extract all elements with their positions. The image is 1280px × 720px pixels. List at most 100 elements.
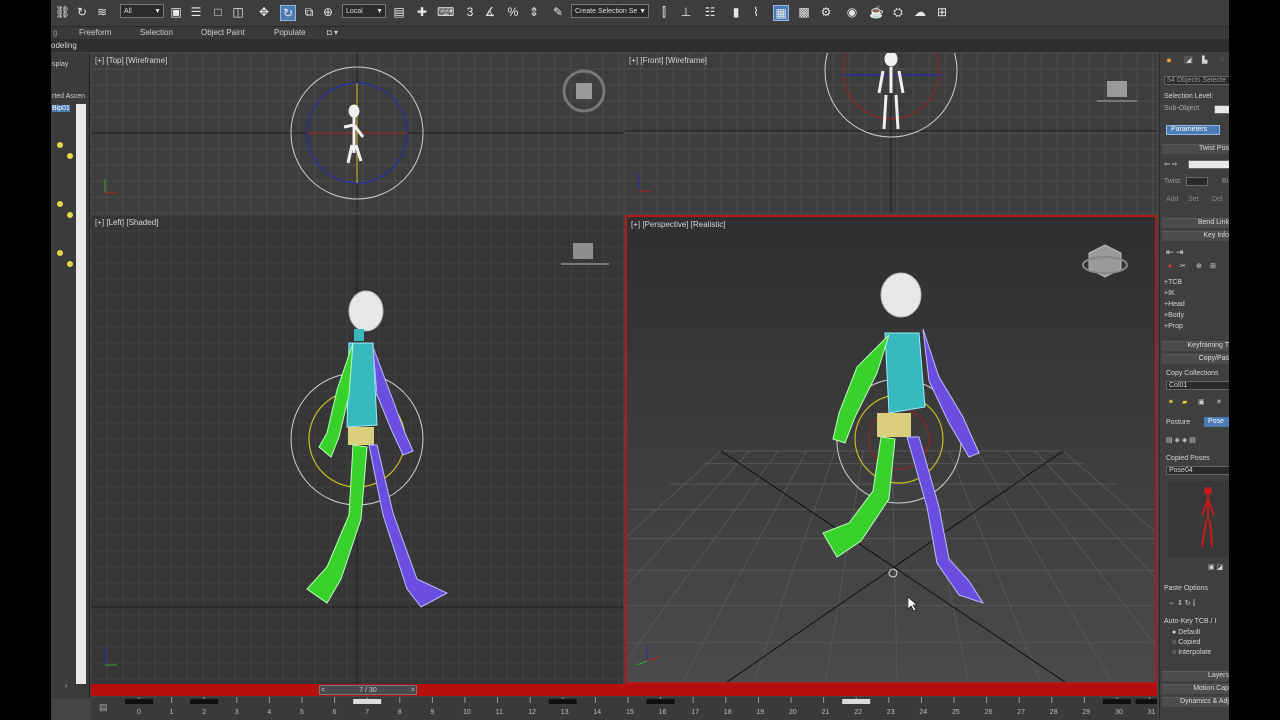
tab-posture[interactable]: Posture [1166, 419, 1190, 426]
create-tab-icon[interactable]: ✹ [1166, 57, 1172, 65]
key-type-body[interactable]: +Body [1164, 312, 1184, 319]
delete-collection-icon[interactable]: ✕ [1216, 398, 1222, 406]
time-slider-track[interactable] [91, 684, 1157, 696]
timeline-key[interactable] [125, 699, 153, 704]
render-iterative-icon[interactable]: ☁ [913, 5, 927, 19]
rendered-frame-icon[interactable]: ◉ [845, 5, 859, 19]
light-bulb-icon[interactable] [57, 142, 63, 148]
move-icon[interactable]: ✥ [257, 5, 271, 19]
expand-arrow-icon[interactable]: › [65, 683, 67, 690]
render-production-icon[interactable]: ⛭ [891, 5, 905, 19]
new-collection-icon[interactable]: ✷ [1168, 398, 1174, 406]
track-bar[interactable]: 0 1 2 3 4 5 6 7 8 9 10 11 12 13 14 15 16 17 18 19 20 21 22 23 24… [91, 697, 1157, 720]
layer-explorer-icon[interactable]: ☷ [703, 5, 717, 19]
key-prev-next-icon[interactable]: ⇤ ⇥ [1166, 247, 1184, 258]
render-activeshade-icon[interactable]: ⊞ [935, 5, 949, 19]
ribbon-modeling-label[interactable]: odeling [51, 41, 77, 50]
twist-spinner[interactable] [1186, 177, 1208, 186]
ribbon-tab-populate[interactable]: Populate [274, 28, 306, 37]
select-by-name-icon[interactable]: ☰ [189, 5, 203, 19]
reference-coord-dropdown[interactable]: Local ▼ [342, 4, 386, 18]
timeline-key[interactable] [1135, 699, 1157, 704]
prev-frame-button[interactable]: < [321, 686, 325, 695]
light-bulb-icon[interactable] [57, 201, 63, 207]
copied-pose-dropdown[interactable]: Pose04 [1166, 466, 1229, 475]
timeline-key-selected[interactable] [353, 699, 382, 704]
select-icon[interactable]: ▣ [169, 5, 183, 19]
ribbon-tab-cut[interactable]: g [53, 28, 57, 37]
key-mode-icon[interactable]: ⊞ [1210, 262, 1216, 270]
rollout-bend-links[interactable]: Bend Link [1162, 218, 1229, 228]
timeline-key[interactable] [548, 699, 577, 704]
snap-3-icon[interactable]: 3 [463, 5, 477, 19]
sort-label[interactable]: rted Ascen [52, 93, 85, 100]
viewport-top[interactable]: [+] [Top] [Wireframe] [91, 53, 623, 213]
tab-pose[interactable]: Pose [1204, 417, 1229, 427]
timeline-key-selected[interactable] [842, 699, 871, 704]
render-icon[interactable]: ☕ [869, 5, 884, 19]
mirror-icon[interactable]: ⫿ [657, 5, 671, 19]
align-icon[interactable]: ⊥ [679, 5, 693, 19]
pivot-icon[interactable]: ⊕ [321, 5, 335, 19]
viewport-perspective[interactable]: [+] [Perspective] [Realistic] [625, 215, 1157, 684]
twist-pose-field[interactable] [1188, 160, 1229, 169]
set-key-icon[interactable]: ● [1168, 263, 1172, 270]
ribbon-options-icon[interactable]: ◘ ▾ [327, 28, 338, 37]
display-label[interactable]: splay [52, 61, 68, 68]
timeline-key[interactable] [190, 699, 219, 704]
rollout-copy-paste[interactable]: Copy/Pas [1162, 354, 1229, 364]
selection-filter-dropdown[interactable]: All ▼ [120, 4, 164, 18]
track-bar-menu-icon[interactable]: ▤ [99, 702, 108, 713]
scale-icon[interactable]: ⧉ [302, 5, 316, 19]
window-crossing-icon[interactable]: ◫ [231, 5, 245, 19]
light-bulb-icon[interactable] [57, 250, 63, 256]
ribbon-tab-selection[interactable]: Selection [140, 28, 173, 37]
link-icon[interactable]: ⛓ [55, 5, 70, 19]
key-type-head[interactable]: +Head [1164, 301, 1185, 308]
key-type-tcb[interactable]: +TCB [1164, 279, 1182, 286]
rollout-layers[interactable]: Layers [1162, 671, 1229, 681]
delete-key-icon[interactable]: ✂ [1180, 262, 1186, 270]
light-bulb-icon[interactable] [67, 153, 73, 159]
named-selection-set-dropdown[interactable]: Create Selection Se ▼ [571, 4, 649, 18]
modify-tab-icon[interactable]: ◢ [1184, 56, 1194, 64]
ribbon-tab-object-paint[interactable]: Object Paint [201, 28, 245, 37]
curve-editor-icon[interactable]: ⌇ [749, 5, 763, 19]
next-frame-button[interactable]: > [411, 686, 415, 695]
render-setup-icon[interactable]: ⚙ [819, 5, 833, 19]
radio-default[interactable]: ● Default [1172, 629, 1200, 636]
key-type-prop[interactable]: +Prop [1164, 323, 1183, 330]
copy-pose-icons[interactable]: ▤ ◈ ◈ ▤ [1166, 436, 1196, 444]
material-editor-icon[interactable]: ▩ [797, 5, 811, 19]
toggle-ribbon-icon[interactable]: ▮ [729, 5, 743, 19]
light-bulb-icon[interactable] [67, 261, 73, 267]
rect-region-icon[interactable]: □ [211, 5, 225, 19]
schematic-icon[interactable]: ▦ [773, 5, 789, 21]
keyboard-shortcut-icon[interactable]: ⌨ [437, 5, 454, 19]
sub-object-dropdown[interactable] [1214, 105, 1229, 114]
time-slider-handle[interactable]: < 7 / 30 > [319, 685, 417, 695]
paste-options-icons[interactable]: ⇔ ⇕ ↻ ⟦ [1168, 599, 1196, 607]
radio-copied[interactable]: ○ Copied [1172, 639, 1200, 646]
hierarchy-tab-icon[interactable]: ▙ [1202, 56, 1207, 64]
rollout-dynamics[interactable]: Dynamics & Adj [1162, 697, 1229, 707]
scene-explorer-scrollbar[interactable] [76, 104, 86, 684]
rollout-motion-capture[interactable]: Motion Cap [1162, 684, 1229, 694]
motion-tab-icon[interactable]: ◌ [1220, 56, 1224, 63]
light-bulb-icon[interactable] [67, 212, 73, 218]
object-name-field[interactable]: 54 Objects Selecte [1164, 76, 1229, 85]
add-button[interactable]: Add [1166, 196, 1178, 203]
key-lock-icon[interactable]: ⊕ [1196, 262, 1202, 270]
set-button[interactable]: Set [1188, 196, 1199, 203]
viewport-left-label[interactable]: [+] [Left] [Shaded] [95, 218, 158, 227]
viewport-front[interactable]: [+] [Front] [Wireframe] [625, 53, 1157, 213]
select-manipulate-icon[interactable]: ✚ [415, 5, 429, 19]
bind-spacewarp-icon[interactable]: ≋ [95, 5, 109, 19]
rollout-key-info[interactable]: Key Info [1162, 231, 1229, 241]
rollout-keyframing-tools[interactable]: Keyframing T [1162, 341, 1229, 351]
load-collection-icon[interactable]: ▰ [1182, 398, 1187, 406]
edit-named-sets-icon[interactable]: ✎ [551, 5, 565, 19]
key-type-ik[interactable]: +IK [1164, 290, 1175, 297]
twist-arrows-icon[interactable]: ⇦ ⇨ [1164, 160, 1178, 168]
spinner-snap-icon[interactable]: ⇕ [527, 5, 541, 19]
